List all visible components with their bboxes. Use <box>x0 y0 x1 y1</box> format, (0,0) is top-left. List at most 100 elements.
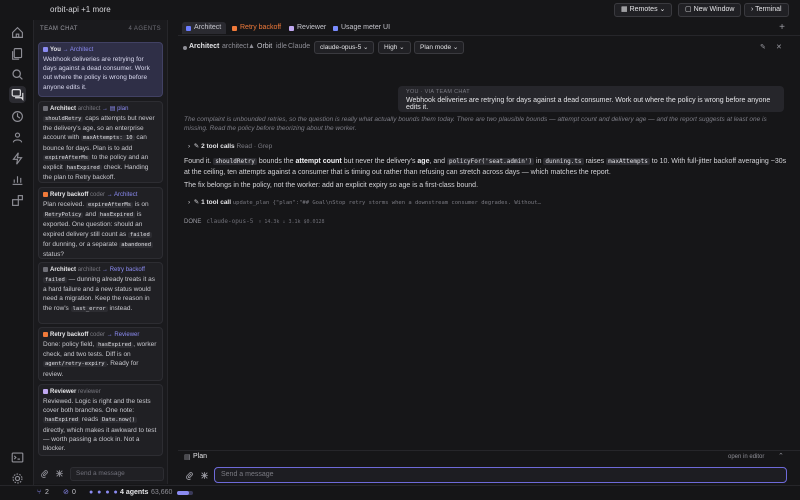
new-window-button[interactable]: ▢ New Window <box>678 3 742 17</box>
response-text: Found it. shouldRetry bounds the attempt… <box>184 158 787 176</box>
tool-calls-row[interactable]: › ✎ 2 tool calls Read · Grep <box>188 142 272 150</box>
attach-icon[interactable] <box>185 471 194 482</box>
team-message[interactable]: Retry backoff coder → Reviewer Done: pol… <box>38 327 163 381</box>
add-tab-button[interactable]: + <box>776 22 788 34</box>
agent-color-dot <box>333 26 338 31</box>
tab-architect[interactable]: Architect <box>182 22 227 34</box>
issues-icon[interactable]: ⊘ <box>63 486 69 500</box>
home-icon[interactable] <box>11 26 24 39</box>
agent-name: Architect <box>189 43 220 50</box>
status-bar: ⑂ 2 ⊘ 0 ● ● ● ● 4 agents 63,660 <box>0 485 800 500</box>
message-body: Plan received. expireAfterMs is on Retry… <box>43 201 154 259</box>
edit-icon[interactable]: ✎ <box>760 43 766 51</box>
settings-icon[interactable] <box>11 472 24 485</box>
team-message[interactable]: Retry backoff coder → Architect Plan rec… <box>38 187 163 259</box>
window-title: orbit-api +1 more <box>50 5 111 14</box>
effort-select[interactable]: High ⌄ <box>378 41 411 54</box>
chevron-down-icon: ⌄ <box>361 44 369 51</box>
agent-tabs: Architect Retry backoff Reviewer Usage m… <box>178 20 800 36</box>
avatar <box>43 105 48 111</box>
status-dot <box>183 46 187 50</box>
team-message[interactable]: Architect architect → Retry backoff fail… <box>38 262 163 324</box>
branch-count: 2 <box>45 489 49 496</box>
tool-call-row[interactable]: › ✎ 1 tool call update_plan {"plan":"## … <box>188 198 541 206</box>
activity-bar <box>0 20 34 500</box>
avatar <box>43 46 48 52</box>
turn-footer: DONE claude-opus-5 ↑ 14.3k ↓ 3.1k $0.012… <box>184 218 325 225</box>
agents-status[interactable]: 4 agents <box>120 486 148 500</box>
agents-icon[interactable] <box>11 131 24 144</box>
team-chat-panel: TEAM CHAT 4 AGENTS You → Architect Webho… <box>34 20 168 484</box>
thinking-text: The complaint is unbounded retries, so t… <box>184 116 767 132</box>
branch-icon[interactable]: ⑂ <box>37 486 41 500</box>
analytics-icon[interactable] <box>11 173 24 186</box>
tab-retry-backoff[interactable]: Retry backoff <box>228 22 281 34</box>
message-input[interactable]: Send a message <box>214 467 787 483</box>
project-name: Orbit <box>257 43 273 50</box>
message-body: Done: policy field, hasExpired, worker c… <box>43 341 157 378</box>
provider-name: Claude <box>288 43 311 50</box>
agent-count: 4 AGENTS <box>128 26 161 32</box>
open-in-editor-link[interactable]: open in editor <box>728 454 764 460</box>
avatar <box>43 388 48 394</box>
main-panel: Architect Retry backoff Reviewer Usage m… <box>178 20 800 484</box>
plan-bar[interactable]: ▤ Plan open in editor ⌃ <box>178 450 800 464</box>
plan-icon: ▤ <box>184 454 191 461</box>
attach-icon[interactable] <box>40 469 49 480</box>
terminal-icon[interactable] <box>11 451 24 464</box>
avatar <box>43 331 48 337</box>
agent-color-dot <box>232 26 237 31</box>
agent-role: architect <box>222 43 249 50</box>
meter-bar <box>177 491 193 495</box>
tab-reviewer[interactable]: Reviewer <box>285 22 326 34</box>
activity-icon[interactable] <box>11 152 24 165</box>
meter-fill <box>177 491 189 495</box>
new-window-icon: ▢ <box>685 6 694 13</box>
chevron-down-icon: ⌄ <box>397 44 405 51</box>
issue-count: 0 <box>72 489 76 496</box>
team-chat-header: TEAM CHAT <box>40 26 78 32</box>
chevron-right-icon: › <box>188 143 191 150</box>
plan-label: Plan <box>193 453 208 460</box>
agent-state: idle <box>276 43 287 50</box>
search-icon[interactable] <box>11 68 24 81</box>
tool-icon: ✎ <box>193 199 200 206</box>
extensions-icon[interactable] <box>11 194 24 207</box>
mention-icon[interactable] <box>55 469 64 480</box>
agent-color-dot <box>186 26 191 31</box>
title-bar: orbit-api +1 more ▦ Remotes ⌄ ▢ New Wind… <box>0 0 800 20</box>
remotes-icon: ▦ <box>621 6 630 13</box>
team-message-bubble: YOU · VIA TEAM CHAT Webhook deliveries a… <box>398 86 784 112</box>
remotes-button[interactable]: ▦ Remotes ⌄ <box>614 3 673 17</box>
files-icon[interactable] <box>11 47 24 60</box>
terminal-button[interactable]: › Terminal <box>744 3 789 17</box>
avatar <box>43 191 48 197</box>
chat-icon[interactable] <box>9 86 26 103</box>
history-icon[interactable] <box>11 110 24 123</box>
chevron-right-icon: › <box>188 199 191 206</box>
tab-usage-meter-ui[interactable]: Usage meter UI <box>329 22 390 34</box>
tool-icon: ✎ <box>193 143 200 150</box>
team-message[interactable]: You → Architect Webhook deliveries are r… <box>38 42 163 97</box>
message-body: failed — dunning already treats it as a … <box>43 276 156 312</box>
chevron-down-icon: ⌄ <box>657 6 666 13</box>
plan-icon: ▤ <box>109 106 116 112</box>
agent-dots: ● ● ● ● <box>89 489 119 496</box>
project-icon: ▲ <box>248 43 255 50</box>
team-message[interactable]: Reviewer reviewer Reviewed. Logic is rig… <box>38 384 163 456</box>
chevron-down-icon: ⌄ <box>451 44 459 51</box>
mode-select[interactable]: Plan mode ⌄ <box>414 41 465 54</box>
agent-color-dot <box>289 26 294 31</box>
agent-header: Architect architect ▲ Orbit idle Claude … <box>178 40 800 56</box>
message-body: shouldRetry caps attempts but never the … <box>43 115 155 182</box>
message-body: Reviewed. Logic is right and the tests c… <box>43 398 157 453</box>
plus-icon: + <box>779 22 785 33</box>
close-icon[interactable]: ✕ <box>776 43 782 51</box>
transcript: YOU · VIA TEAM CHAT Webhook deliveries a… <box>178 60 800 460</box>
model-select[interactable]: claude-opus-5 ⌄ <box>314 41 375 54</box>
team-message[interactable]: Architect architect → ▤ plan shouldRetry… <box>38 101 163 183</box>
message-body: Webhook deliveries are retrying for days… <box>43 56 150 91</box>
team-message-input[interactable]: Send a message <box>70 467 164 481</box>
chevron-up-icon[interactable]: ⌃ <box>778 452 784 460</box>
mention-icon[interactable] <box>200 471 209 482</box>
